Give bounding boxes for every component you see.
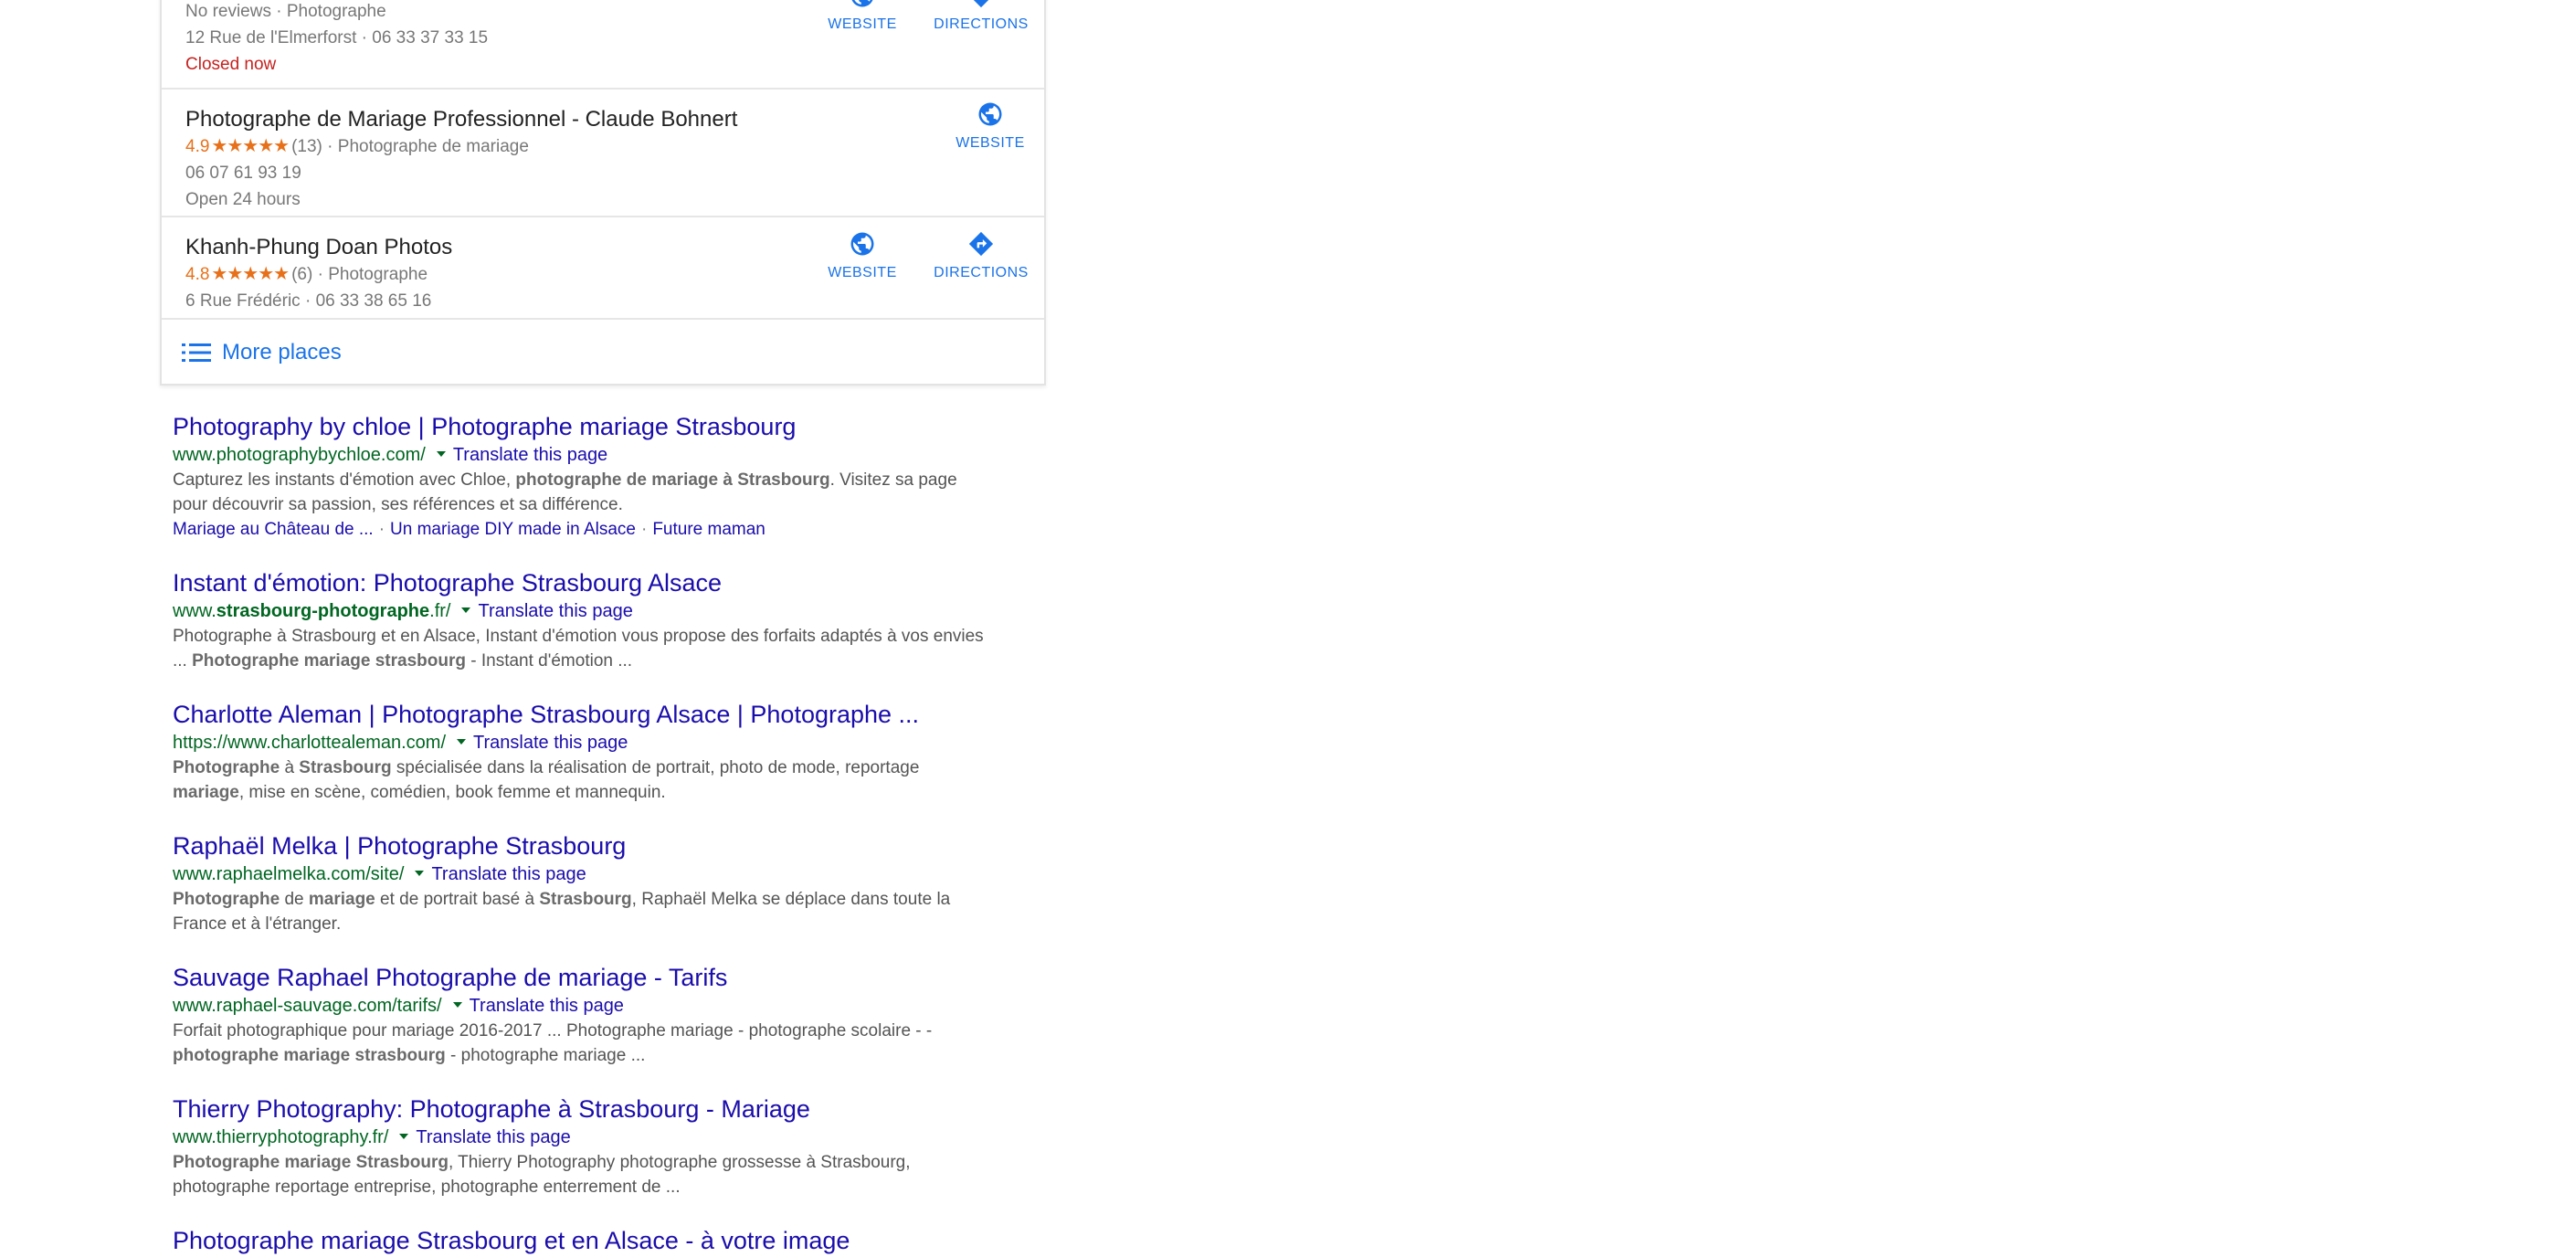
place-review-count: (13) [291, 137, 322, 156]
result-sitelinks: Mariage au Château de ... · Un mariage DIY… [173, 520, 765, 539]
result-snippet: Photographe mariage Strasbourg, Thierry … [173, 1153, 911, 1197]
place-address-phone: 12 Rue de l'Elmerforst · 06 33 37 33 15 [185, 28, 489, 48]
translate-link[interactable]: Translate this page [431, 864, 586, 884]
search-result: Instant d'émotion: Photographe Strasbour… [173, 567, 995, 673]
local-places-card: No reviews · Photographe 12 Rue de l'Elm… [160, 0, 1046, 386]
search-result: Raphaël Melka | Photographe Strasbourg w… [173, 830, 995, 936]
globe-icon [850, 232, 874, 256]
result-url-row: www.raphaelmelka.com/site/Translate this… [173, 861, 995, 887]
place-address: 6 Rue Frédéric [185, 291, 301, 311]
caret-down-icon[interactable] [436, 451, 446, 458]
website-button[interactable]: WEBSITE [798, 0, 926, 33]
caret-down-icon[interactable] [461, 607, 471, 614]
place-category: Photographe [286, 2, 386, 21]
place-phone: 06 33 38 65 16 [315, 291, 432, 311]
place-status: Open 24 hours [185, 190, 301, 209]
result-url: https://www.charlottealeman.com/ [173, 733, 447, 753]
result-url-row: www.raphael-sauvage.com/tarifs/Translate… [173, 993, 995, 1019]
result-url: www.thierryphotography.fr/ [173, 1127, 389, 1147]
result-title-link[interactable]: Charlotte Aleman | Photographe Strasbour… [173, 699, 919, 730]
directions-label: DIRECTIONS [934, 265, 1029, 280]
website-label: WEBSITE [828, 265, 897, 280]
place-info: No reviews · Photographe 12 Rue de l'Elm… [185, 0, 488, 78]
place-info: Photographe de Mariage Professionnel - C… [185, 106, 737, 213]
caret-down-icon[interactable] [415, 871, 425, 877]
place-address-phone: 6 Rue Frédéric · 06 33 38 65 16 [185, 291, 432, 311]
result-title-link[interactable]: Photographe mariage Strasbourg et en Als… [173, 1225, 850, 1256]
result-snippet: Photographe à Strasbourg et en Alsace, I… [173, 627, 984, 671]
place-rating-row: 4.8 ★★★★★ (6) · Photographe [185, 261, 452, 288]
place-name[interactable]: Khanh-Phung Doan Photos [185, 234, 452, 261]
place-name[interactable]: Photographe de Mariage Professionnel - C… [185, 106, 737, 133]
directions-button[interactable]: DIRECTIONS [917, 0, 1045, 33]
place-phone: 06 33 37 33 15 [372, 28, 489, 48]
translate-link[interactable]: Translate this page [470, 996, 624, 1016]
website-label: WEBSITE [955, 135, 1025, 151]
caret-down-icon[interactable] [399, 1134, 409, 1140]
result-url: www.raphaelmelka.com/site/ [173, 864, 405, 884]
result-url-row: www.thierryphotography.fr/Translate this… [173, 1125, 995, 1150]
result-url: www.raphael-sauvage.com/tarifs/ [173, 996, 442, 1016]
place-rating: 4.9 [185, 137, 210, 156]
search-result: Photography by chloe | Photographe maria… [173, 411, 995, 542]
more-places-label: More places [222, 340, 342, 364]
globe-icon [851, 0, 873, 7]
place-info: Khanh-Phung Doan Photos 4.8 ★★★★★ (6) · Ph… [185, 234, 452, 314]
sitelink[interactable]: Un mariage DIY made in Alsace [390, 520, 636, 539]
sitelink[interactable]: Future maman [652, 520, 765, 539]
caret-down-icon[interactable] [457, 739, 467, 745]
place-phone: 06 07 61 93 19 [185, 164, 301, 183]
place-review-count: (6) [291, 265, 313, 284]
place-address: 12 Rue de l'Elmerforst [185, 28, 357, 48]
local-place-item[interactable]: No reviews · Photographe 12 Rue de l'Elm… [162, 0, 1044, 90]
place-rating-row: 4.9 ★★★★★ (13) · Photographe de mariage [185, 133, 737, 160]
place-reviews: No reviews [185, 2, 271, 21]
star-rating-icon: ★★★★★ [211, 264, 290, 284]
result-url-row: www.photographybychloe.com/Translate thi… [173, 442, 995, 468]
website-button[interactable]: WEBSITE [926, 100, 1054, 152]
place-status: Closed now [185, 55, 277, 74]
translate-link[interactable]: Translate this page [478, 601, 632, 621]
result-url: www.strasbourg-photographe.fr/ [173, 601, 451, 621]
place-rating: 4.8 [185, 265, 210, 284]
result-url: www.photographybychloe.com/ [173, 445, 426, 465]
result-snippet: Forfait photographique pour mariage 2016… [173, 1021, 933, 1065]
star-rating-icon: ★★★★★ [211, 136, 290, 156]
translate-link[interactable]: Translate this page [416, 1127, 570, 1147]
result-snippet: Capturez les instants d'émotion avec Chl… [173, 470, 957, 514]
result-title-link[interactable]: Thierry Photography: Photographe à Stras… [173, 1093, 810, 1125]
search-result: Charlotte Aleman | Photographe Strasbour… [173, 699, 995, 805]
result-title-link[interactable]: Sauvage Raphael Photographe de mariage -… [173, 962, 727, 993]
directions-button[interactable]: DIRECTIONS [917, 230, 1045, 281]
place-category: Photographe [328, 265, 428, 284]
search-result: Thierry Photography: Photographe à Stras… [173, 1093, 995, 1199]
translate-link[interactable]: Translate this page [453, 445, 607, 465]
local-place-item[interactable]: Khanh-Phung Doan Photos 4.8 ★★★★★ (6) · Ph… [162, 216, 1044, 320]
search-results-page: No reviews · Photographe 12 Rue de l'Elm… [0, 0, 2576, 1257]
directions-arrow-icon [973, 0, 989, 8]
directions-arrow-icon [968, 231, 994, 257]
result-url-row: www.strasbourg-photographe.fr/Translate … [173, 598, 995, 624]
place-category: Photographe de mariage [337, 137, 529, 156]
globe-icon [978, 102, 1002, 126]
result-title-link[interactable]: Photography by chloe | Photographe maria… [173, 411, 796, 442]
translate-link[interactable]: Translate this page [473, 733, 628, 753]
result-title-link[interactable]: Instant d'émotion: Photographe Strasbour… [173, 567, 722, 598]
directions-label: DIRECTIONS [934, 16, 1029, 32]
website-label: WEBSITE [828, 16, 897, 32]
search-result: Photographe mariage Strasbourg et en Als… [173, 1225, 995, 1256]
local-place-item[interactable]: Photographe de Mariage Professionnel - C… [162, 88, 1044, 217]
place-meta: No reviews · Photographe [185, 2, 386, 21]
more-places-link[interactable]: More places [182, 334, 342, 371]
result-title-link[interactable]: Raphaël Melka | Photographe Strasbourg [173, 830, 626, 861]
website-button[interactable]: WEBSITE [798, 230, 926, 281]
result-url-row: https://www.charlottealeman.com/Translat… [173, 730, 995, 755]
caret-down-icon[interactable] [452, 1002, 462, 1009]
search-result: Sauvage Raphael Photographe de mariage -… [173, 962, 995, 1068]
list-icon [182, 343, 211, 362]
result-snippet: Photographe de mariage et de portrait ba… [173, 890, 951, 934]
sitelink[interactable]: Mariage au Château de ... [173, 520, 374, 539]
result-snippet: Photographe à Strasbourg spécialisée dan… [173, 758, 920, 802]
